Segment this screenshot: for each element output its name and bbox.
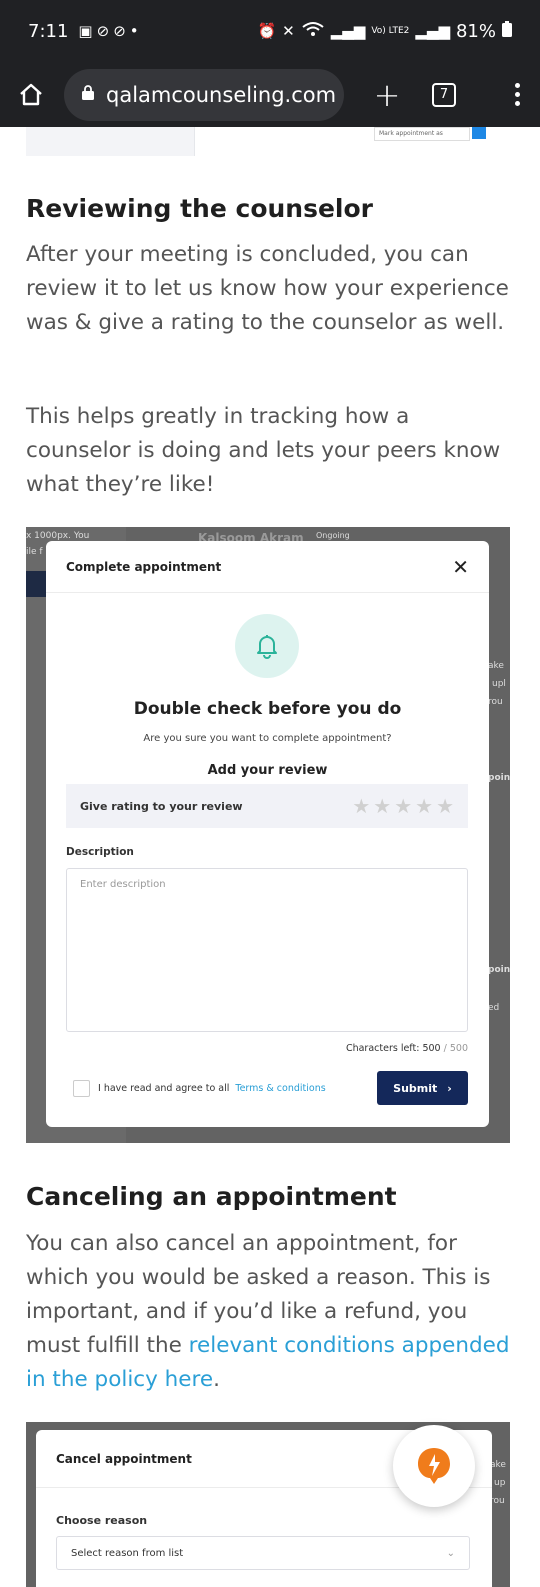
- status-bar: 7:11 ▣ ⊘ ⊘ • ⏰ ✕ ▂▄▆ Vo) LTE2 ▂▄▆ 81%: [0, 0, 540, 62]
- bg-text: upl: [492, 679, 506, 689]
- chars-label: Characters left:: [345, 1043, 420, 1054]
- network-label: Vo) LTE2: [371, 25, 410, 36]
- browser-toolbar: qalamcounseling.com + 7: [0, 62, 540, 127]
- overflow-menu-button[interactable]: [515, 83, 520, 106]
- chat-widget-button[interactable]: [393, 1425, 475, 1507]
- cancel-heading: Canceling an appointment: [26, 1182, 397, 1211]
- chat-icon: [472, 127, 486, 139]
- terms-checkbox[interactable]: [73, 1080, 90, 1097]
- complete-appointment-modal: Complete appointment ✕ Double check befo…: [46, 541, 489, 1127]
- star-rating[interactable]: ★ ★ ★ ★ ★: [352, 794, 454, 818]
- dot: [515, 101, 520, 106]
- home-icon: [20, 83, 42, 105]
- wifi-icon: [301, 21, 325, 41]
- submit-label: Submit: [393, 1081, 438, 1095]
- bg-text: ake: [490, 1460, 506, 1470]
- star-icon[interactable]: ★: [373, 794, 391, 818]
- close-icon[interactable]: ✕: [452, 555, 469, 579]
- modal-title: Cancel appointment: [56, 1451, 192, 1466]
- battery-icon: [502, 21, 512, 41]
- star-icon[interactable]: ★: [394, 794, 412, 818]
- tab-switcher-button[interactable]: 7: [432, 82, 456, 107]
- system-icons: ⏰ ✕ ▂▄▆ Vo) LTE2 ▂▄▆ 81%: [257, 21, 512, 42]
- characters-counter: Characters left: 500 / 500: [346, 1043, 468, 1054]
- url-text: qalamcounseling.com: [106, 82, 337, 107]
- star-icon[interactable]: ★: [352, 794, 370, 818]
- screenshot-panel: Mark appointment as: [194, 127, 510, 156]
- bell-icon: [235, 614, 299, 678]
- review-screenshot: x 1000px. You ile f Kalsoom Akram Ongoin…: [26, 527, 510, 1143]
- bg-text: Ongoing: [316, 531, 350, 540]
- modal-title: Complete appointment: [66, 559, 222, 574]
- mute-icon: ✕: [282, 22, 295, 40]
- star-icon[interactable]: ★: [415, 794, 433, 818]
- description-label: Description: [66, 846, 134, 858]
- modal-header: Complete appointment ✕: [46, 541, 489, 593]
- mark-dropdown: Mark appointment as: [374, 127, 470, 141]
- bg-text: ed: [488, 1003, 500, 1013]
- home-button[interactable]: [14, 78, 48, 112]
- review-heading: Reviewing the counselor: [26, 194, 373, 223]
- status-time: 7:11: [28, 20, 69, 42]
- select-placeholder: Select reason from list: [71, 1547, 184, 1559]
- play-icon: ⊘: [96, 22, 110, 40]
- review-paragraph-1: After your meeting is concluded, you can…: [26, 242, 509, 335]
- signal-icon: ▂▄▆: [330, 22, 366, 40]
- chat-widget-icon: [418, 1448, 450, 1484]
- review-paragraph-2: This helps greatly in tracking how a cou…: [26, 404, 501, 497]
- terms-link[interactable]: Terms & conditions: [235, 1083, 325, 1094]
- submit-button[interactable]: Submit ›: [377, 1071, 468, 1105]
- cancel-paragraph: You can also cancel an appointment, for …: [26, 1227, 512, 1397]
- star-icon[interactable]: ★: [436, 794, 454, 818]
- bg-text: x 1000px. You: [26, 531, 90, 541]
- reason-select[interactable]: Select reason from list ⌄: [56, 1536, 470, 1570]
- gallery-icon: ▣: [78, 22, 93, 40]
- alarm-icon: ⏰: [257, 22, 277, 40]
- rating-label: Give rating to your review: [80, 799, 243, 813]
- cancel-text-end: .: [213, 1367, 220, 1392]
- description-textarea[interactable]: Enter description: [66, 868, 468, 1032]
- battery-level: 81%: [455, 20, 496, 42]
- bg-button: [26, 571, 48, 597]
- chevron-down-icon: ⌄: [446, 1547, 455, 1559]
- choose-reason-label: Choose reason: [56, 1514, 148, 1527]
- dot-icon: •: [129, 22, 139, 40]
- modal-headline: Double check before you do: [133, 699, 402, 719]
- chars-separator: /: [443, 1043, 447, 1054]
- modal-subtext: Are you sure you want to complete appoin…: [143, 733, 392, 744]
- new-tab-button[interactable]: +: [372, 76, 402, 114]
- signal-icon-2: ▂▄▆: [415, 22, 450, 40]
- dot: [515, 83, 520, 88]
- rating-row: Give rating to your review ★ ★ ★ ★ ★: [66, 784, 468, 828]
- bg-text: point: [488, 773, 510, 783]
- play-icon-2: ⊘: [113, 22, 126, 40]
- chars-max: 500: [449, 1043, 468, 1054]
- bg-text: ile f: [26, 547, 43, 557]
- bg-text: rou: [490, 1496, 505, 1506]
- lock-icon: [82, 85, 94, 104]
- address-bar[interactable]: qalamcounseling.com: [64, 68, 344, 121]
- add-review-title: Add your review: [207, 763, 328, 778]
- notification-icons: ▣ ⊘ ⊘ •: [78, 22, 138, 40]
- top-screenshot-fragment: Mark appointment as: [26, 127, 510, 156]
- chevron-right-icon: ›: [447, 1081, 452, 1095]
- bg-text: ake: [488, 661, 504, 671]
- bg-text: point: [488, 965, 510, 975]
- bg-text: rou: [488, 697, 503, 707]
- bg-text: up: [494, 1478, 506, 1488]
- agree-text: I have read and agree to all: [98, 1083, 230, 1094]
- chars-left: 500: [422, 1043, 441, 1054]
- terms-agreement: I have read and agree to all Terms & con…: [73, 1080, 326, 1097]
- dot: [515, 92, 520, 97]
